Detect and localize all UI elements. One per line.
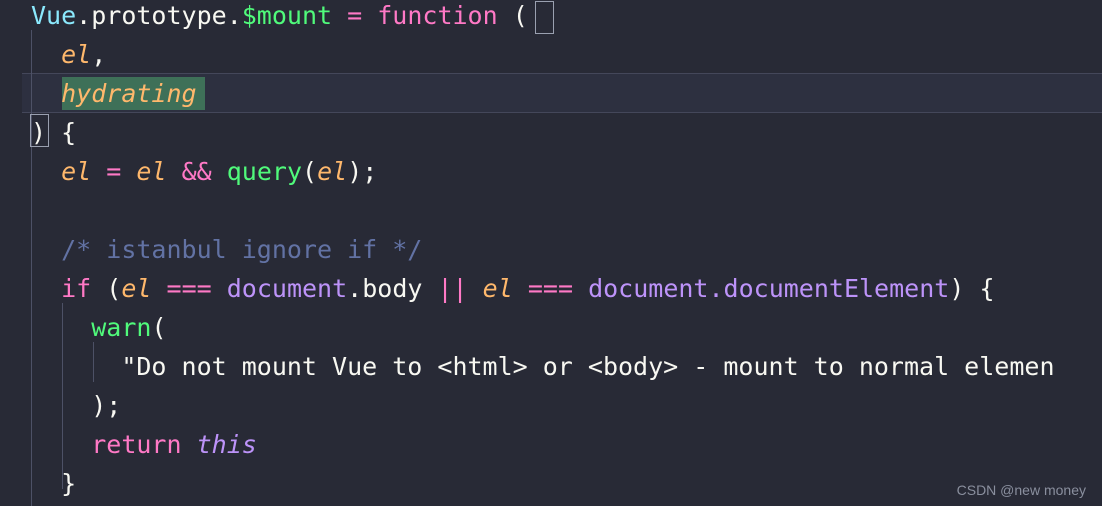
token-close-brace: }	[61, 469, 77, 498]
token-el-variable: el	[61, 157, 92, 186]
token-open-brace: {	[979, 274, 995, 303]
token-if-keyword: if	[61, 274, 92, 303]
token-comma: ,	[91, 40, 107, 69]
token-assign-operator: =	[347, 1, 363, 30]
token-query-function: query	[226, 157, 303, 186]
token-close-paren: )	[91, 391, 107, 420]
token-open-paren: (	[512, 1, 528, 30]
code-line-9[interactable]: warn(	[0, 308, 1102, 347]
code-line-4[interactable]: ) {	[0, 113, 1102, 152]
token-close-paren: )	[347, 157, 363, 186]
csdn-watermark: CSDN @new money	[956, 482, 1086, 498]
token-istanbul-comment: /* istanbul ignore if */	[61, 235, 423, 264]
code-editor[interactable]: Vue.prototype.$mount = function ( el, hy…	[0, 0, 1102, 506]
token-el-variable: el	[121, 274, 152, 303]
bracket-match-close-paren	[30, 114, 49, 147]
token-semicolon: ;	[106, 391, 122, 420]
token-dot: .	[76, 1, 92, 30]
code-line-11[interactable]: );	[0, 386, 1102, 425]
token-documentelement-property: documentElement	[723, 274, 950, 303]
token-open-paren: (	[106, 274, 122, 303]
token-this-keyword: this	[196, 430, 257, 459]
code-line-3[interactable]: hydrating	[0, 74, 1102, 113]
token-and-operator: &&	[181, 157, 212, 186]
code-line-2[interactable]: el,	[0, 35, 1102, 74]
token-body-property: body	[362, 274, 423, 303]
code-line-12[interactable]: return this	[0, 425, 1102, 464]
token-function-keyword: function	[377, 1, 498, 30]
code-line-6-blank[interactable]	[0, 191, 1102, 230]
token-prototype: prototype	[91, 1, 227, 30]
token-strict-equals: ===	[166, 274, 212, 303]
token-warn-function: warn	[91, 313, 152, 342]
token-dot: .	[347, 274, 363, 303]
token-dot: .	[708, 274, 724, 303]
token-document-object: document	[226, 274, 348, 303]
code-line-7[interactable]: /* istanbul ignore if */	[0, 230, 1102, 269]
token-warning-string: "Do not mount Vue to <html> or <body> - …	[121, 352, 1055, 381]
token-or-operator: ||	[437, 274, 468, 303]
token-assign-operator: =	[106, 157, 122, 186]
token-semicolon: ;	[362, 157, 378, 186]
token-open-brace: {	[61, 118, 77, 147]
token-strict-equals: ===	[527, 274, 573, 303]
code-line-5[interactable]: el = el && query(el);	[0, 152, 1102, 191]
token-return-keyword: return	[91, 430, 182, 459]
token-el-variable: el	[482, 274, 513, 303]
token-vue-identifier: Vue	[31, 1, 77, 30]
code-line-10[interactable]: "Do not mount Vue to <html> or <body> - …	[0, 347, 1102, 386]
token-document-object: document	[588, 274, 709, 303]
token-dot: .	[226, 1, 242, 30]
token-mount-method: $mount	[241, 1, 333, 30]
token-el-param: el	[61, 40, 92, 69]
bracket-match-open-paren	[535, 1, 554, 34]
token-el-variable: el	[317, 157, 348, 186]
token-hydrating-param: hydrating	[61, 79, 197, 108]
code-line-13[interactable]: }	[0, 464, 1102, 503]
token-open-paren: (	[151, 313, 167, 342]
token-close-paren: )	[949, 274, 965, 303]
code-line-8[interactable]: if (el === document.body || el === docum…	[0, 269, 1102, 308]
token-open-paren: (	[302, 157, 318, 186]
token-el-variable: el	[136, 157, 167, 186]
